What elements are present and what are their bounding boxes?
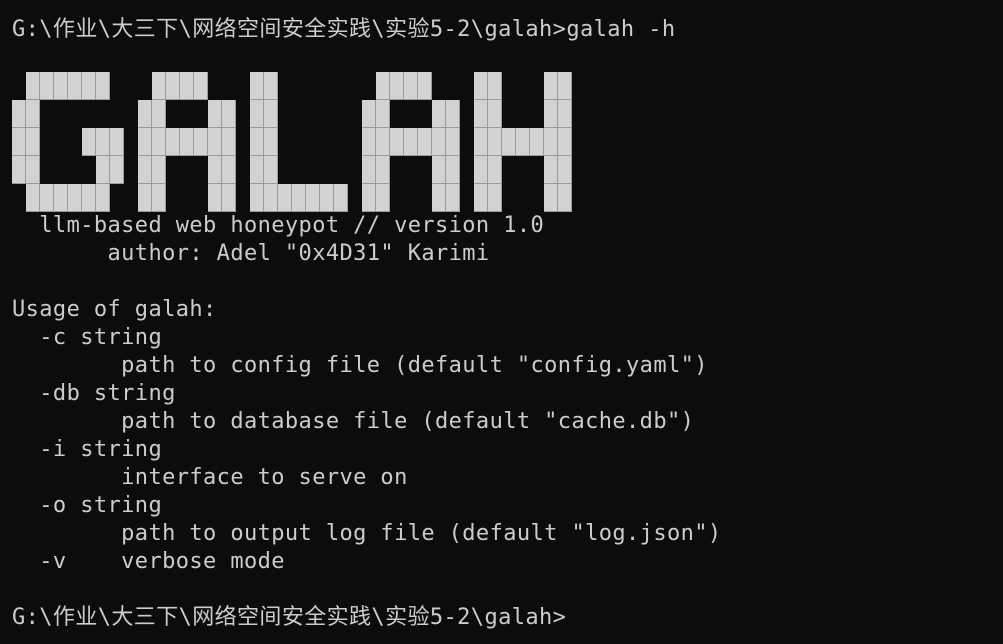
option-flag: -i string [12,437,163,462]
command-line: G:\作业\大三下\网络空间安全实践\实验5-2\galah>galah -h [12,16,676,44]
option-verbose: -v verbose mode [12,549,285,574]
option-description: path to config file (default "config.yam… [12,353,708,378]
prompt-path: G:\作业\大三下\网络空间安全实践\实验5-2\galah> [12,605,567,630]
option-description: interface to serve on [12,465,408,490]
option-flag: -o string [12,493,163,518]
final-prompt[interactable]: G:\作业\大三下\网络空间安全实践\实验5-2\galah> [12,604,566,632]
command-text: galah -h [566,17,676,42]
option-flag: -db string [12,381,176,406]
option-flag: -c string [12,325,163,350]
banner-tagline: llm-based web honeypot // version 1.0 [12,213,545,238]
option-description: path to database file (default "cache.db… [12,409,695,434]
terminal-window[interactable]: G:\作业\大三下\网络空间安全实践\实验5-2\galah>galah -h [0,0,1003,644]
option-description: path to output log file (default "log.js… [12,521,722,546]
galah-logo [12,72,574,212]
banner-author: author: Adel "0x4D31" Karimi [12,241,490,266]
usage-heading: Usage of galah: [12,297,217,322]
prompt-path: G:\作业\大三下\网络空间安全实践\实验5-2\galah> [12,17,567,42]
